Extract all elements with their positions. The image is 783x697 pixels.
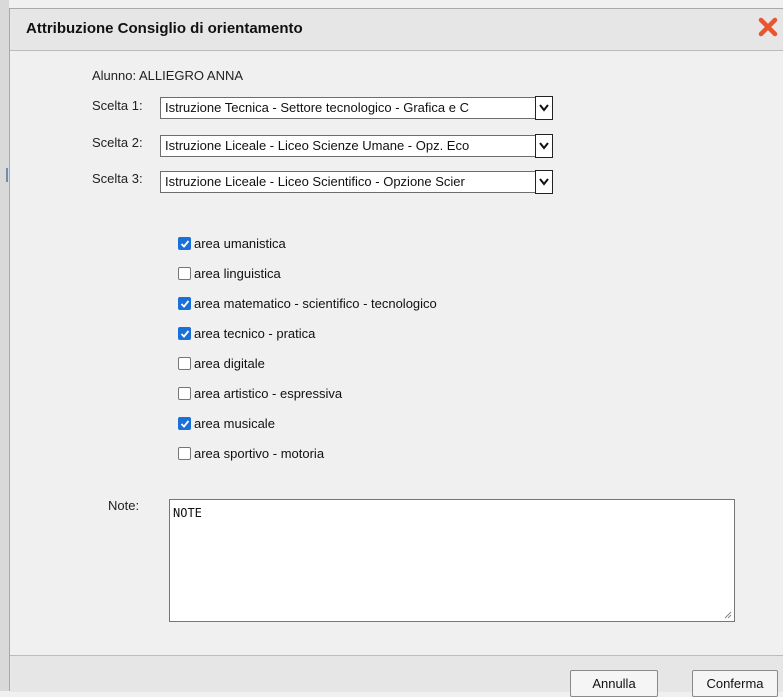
checkbox-unchecked[interactable] <box>178 446 191 460</box>
note-textarea[interactable]: NOTE <box>169 499 735 622</box>
chevron-down-icon <box>539 104 549 112</box>
checkbox-unchecked[interactable] <box>178 266 191 280</box>
dialog-title: Attribuzione Consiglio di orientamento <box>26 20 303 37</box>
checkbox-unchecked[interactable] <box>178 356 191 370</box>
confirm-button[interactable]: Conferma <box>692 670 778 697</box>
student-label: Alunno: <box>92 68 137 83</box>
area-checkbox-row[interactable]: area tecnico - pratica <box>178 323 315 343</box>
checkbox-checked[interactable] <box>178 416 191 430</box>
area-label: area matematico - scientifico - tecnolog… <box>194 295 437 311</box>
resize-grip-icon[interactable] <box>723 610 732 619</box>
orientation-dialog: Attribuzione Consiglio di orientamento A… <box>9 8 783 697</box>
choice-1-dropdown-button[interactable] <box>535 96 553 120</box>
area-checkbox-row[interactable]: area umanistica <box>178 233 286 253</box>
note-label: Note: <box>108 498 140 513</box>
choice-1-label: Scelta 1: <box>92 98 143 113</box>
area-checkbox-row[interactable]: area linguistica <box>178 263 281 283</box>
choice-2-select[interactable]: Istruzione Liceale - Liceo Scienze Umane… <box>160 135 536 157</box>
area-label: area musicale <box>194 415 275 431</box>
area-checkbox-row[interactable]: area digitale <box>178 353 265 373</box>
chevron-down-icon <box>539 178 549 186</box>
checkmark-icon <box>180 329 190 338</box>
checkbox-unchecked[interactable] <box>178 386 191 400</box>
student-name: ALLIEGRO ANNA <box>139 68 244 83</box>
area-checkbox-row[interactable]: area sportivo - motoria <box>178 443 324 463</box>
choice-3-dropdown-button[interactable] <box>535 170 553 194</box>
area-label: area sportivo - motoria <box>194 445 325 461</box>
background-window-mark <box>6 168 8 182</box>
area-checkbox-row[interactable]: area artistico - espressiva <box>178 383 342 403</box>
area-label: area umanistica <box>194 235 286 251</box>
close-icon[interactable] <box>757 16 779 38</box>
choice-2-label: Scelta 2: <box>92 135 143 150</box>
area-checkbox-row[interactable]: area matematico - scientifico - tecnolog… <box>178 293 437 313</box>
dialog-titlebar: Attribuzione Consiglio di orientamento <box>10 9 783 51</box>
choice-3-select[interactable]: Istruzione Liceale - Liceo Scientifico -… <box>160 171 536 193</box>
area-label: area artistico - espressiva <box>194 385 343 401</box>
cancel-button[interactable]: Annulla <box>570 670 658 697</box>
area-label: area digitale <box>194 355 265 371</box>
checkmark-icon <box>180 239 190 248</box>
note-text: NOTE <box>173 506 202 520</box>
area-checkbox-row[interactable]: area musicale <box>178 413 275 433</box>
area-label: area linguistica <box>194 265 281 281</box>
choice-2-dropdown-button[interactable] <box>535 134 553 158</box>
choice-3-label: Scelta 3: <box>92 171 143 186</box>
choice-1-select[interactable]: Istruzione Tecnica - Settore tecnologico… <box>160 97 536 119</box>
dialog-footer: Annulla Conferma <box>10 655 783 697</box>
checkmark-icon <box>180 419 190 428</box>
checkbox-checked[interactable] <box>178 326 191 340</box>
student-row: Alunno: ALLIEGRO ANNA <box>92 68 243 83</box>
background-window-edge <box>0 0 9 691</box>
checkbox-checked[interactable] <box>178 296 191 310</box>
chevron-down-icon <box>539 142 549 150</box>
checkbox-checked[interactable] <box>178 236 191 250</box>
area-label: area tecnico - pratica <box>194 325 316 341</box>
checkmark-icon <box>180 299 190 308</box>
